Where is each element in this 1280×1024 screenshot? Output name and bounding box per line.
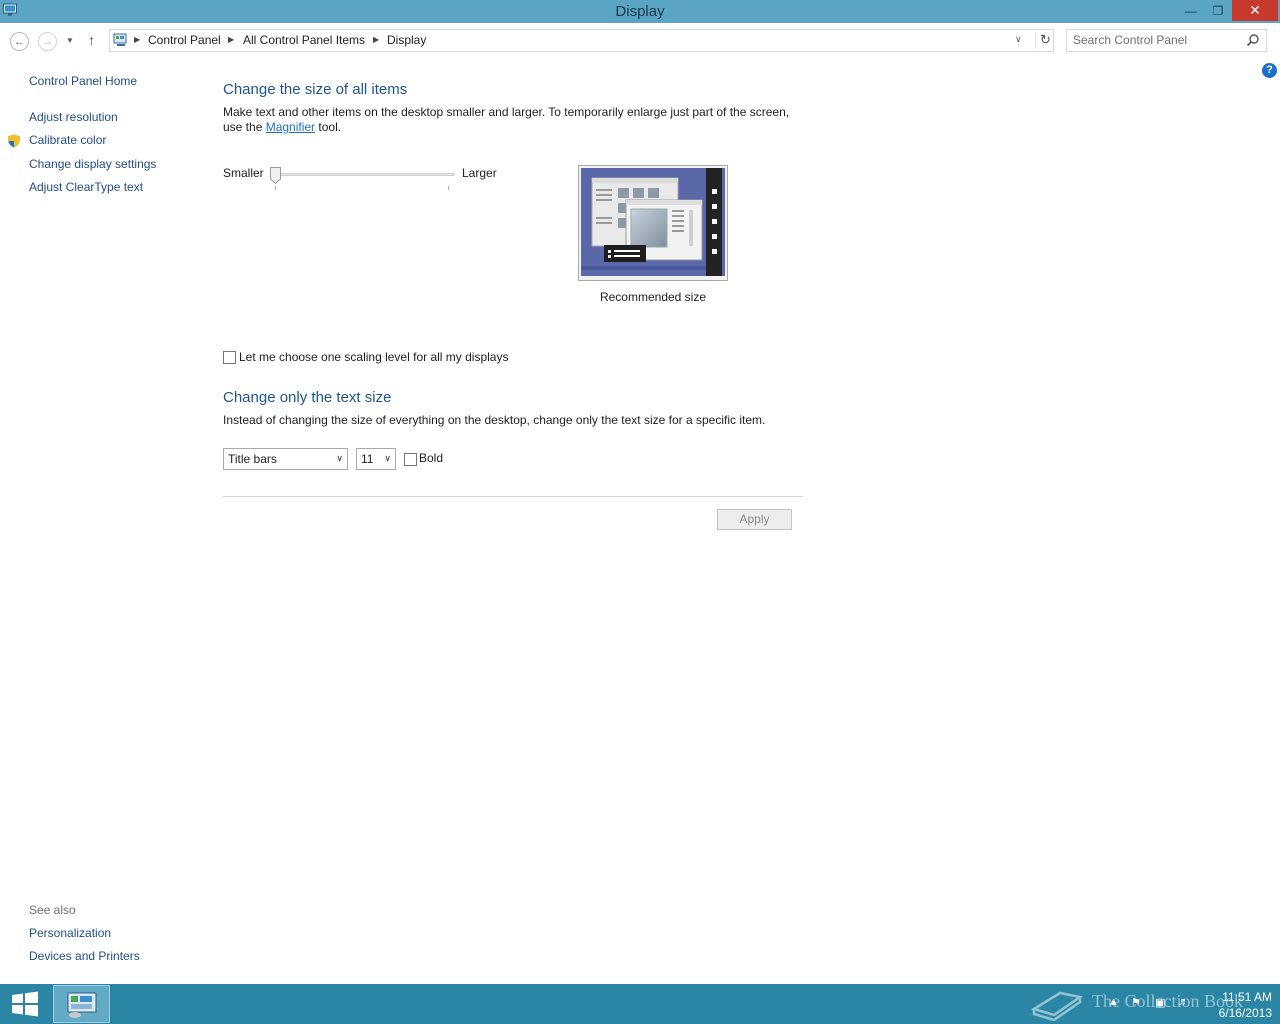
refresh-icon[interactable]: ↻ [1035, 32, 1055, 49]
size-description-line1: Make text and other items on the desktop… [223, 105, 790, 119]
slider-larger-label: Larger [462, 166, 497, 180]
scaling-level-label[interactable]: Let me choose one scaling level for all … [239, 350, 508, 364]
uac-shield-icon [8, 134, 20, 148]
breadcrumb-display[interactable]: Display [387, 33, 426, 47]
adjust-resolution-link[interactable]: Adjust resolution [29, 110, 118, 124]
divider [223, 496, 803, 497]
size-description-post: tool. [315, 120, 342, 134]
text-item-select-value: Title bars [228, 452, 277, 466]
show-hidden-icons-icon[interactable]: ▲ [1108, 996, 1119, 1008]
up-arrow-icon[interactable]: ↑ [88, 32, 95, 48]
personalization-link[interactable]: Personalization [29, 926, 111, 940]
action-center-flag-icon[interactable]: ⚑ [1131, 996, 1141, 1009]
volume-icon[interactable]: ♬ [1178, 996, 1189, 1008]
size-heading: Change the size of all items [223, 81, 408, 98]
size-description-pre: use the [223, 120, 266, 134]
breadcrumb-separator-icon[interactable]: ▶ [373, 35, 379, 44]
window-title: Display [615, 3, 665, 20]
adjust-cleartype-link[interactable]: Adjust ClearType text [29, 180, 143, 194]
recommended-size-caption: Recommended size [599, 290, 707, 304]
search-box[interactable] [1066, 29, 1267, 52]
breadcrumb-all-items[interactable]: All Control Panel Items [243, 33, 365, 47]
text-size-description: Instead of changing the size of everythi… [223, 413, 766, 427]
change-display-settings-link[interactable]: Change display settings [29, 157, 156, 171]
text-item-select[interactable]: Title bars ∨ [223, 448, 348, 470]
back-button[interactable]: ← [10, 32, 29, 51]
minimize-button[interactable]: — [1178, 0, 1204, 21]
network-icon[interactable]: ▣ [1155, 996, 1165, 1009]
scaling-level-checkbox[interactable] [223, 351, 236, 364]
breadcrumb-separator-icon[interactable]: ▶ [228, 35, 234, 44]
devices-and-printers-link[interactable]: Devices and Printers [29, 949, 140, 963]
slider-tick-min [275, 186, 276, 190]
clock-time: 11:51 AM [1222, 990, 1272, 1004]
slider-smaller-label: Smaller [223, 166, 264, 180]
system-clock[interactable]: 11:51 AM 6/16/2013 [1200, 989, 1272, 1021]
size-slider-thumb[interactable] [270, 167, 281, 184]
chevron-down-icon: ∨ [336, 453, 343, 463]
see-also-label: See also [29, 903, 76, 917]
control-panel-icon [67, 992, 97, 1018]
chevron-down-icon: ∨ [384, 453, 391, 463]
close-button[interactable]: ✕ [1232, 0, 1278, 21]
navigation-bar: ← → ▼ ↑ ▶ Control Panel ▶ All Control Pa… [0, 23, 1280, 59]
breadcrumb-separator-icon[interactable]: ▶ [134, 35, 140, 44]
size-slider-track[interactable] [276, 173, 454, 176]
windows-start-icon[interactable] [10, 991, 40, 1017]
search-input[interactable] [1073, 32, 1243, 48]
title-bar: Display — ❐ ✕ [0, 0, 1280, 23]
font-size-select[interactable]: 11 ∨ [356, 448, 396, 470]
book-logo-icon [1030, 991, 1084, 1022]
slider-tick-max [448, 186, 449, 190]
text-size-heading: Change only the text size [223, 389, 392, 406]
size-description: Make text and other items on the desktop… [223, 105, 789, 135]
breadcrumb-control-panel[interactable]: Control Panel [148, 33, 221, 47]
clock-date: 6/16/2013 [1218, 1006, 1272, 1020]
control-panel-home-link[interactable]: Control Panel Home [29, 74, 137, 88]
help-icon[interactable]: ? [1262, 63, 1277, 78]
taskbar-control-panel-button[interactable] [53, 985, 110, 1023]
apply-button[interactable]: Apply [717, 509, 792, 530]
font-size-select-value: 11 [361, 452, 374, 466]
bold-checkbox[interactable] [404, 453, 417, 466]
forward-button[interactable]: → [38, 32, 57, 51]
restore-button[interactable]: ❐ [1205, 0, 1231, 21]
address-bar[interactable]: ▶ Control Panel ▶ All Control Panel Item… [109, 29, 1054, 52]
bold-label[interactable]: Bold [419, 451, 443, 465]
address-dropdown-icon[interactable]: ∨ [1015, 34, 1022, 45]
magnifier-link[interactable]: Magnifier [266, 120, 315, 134]
taskbar: The Collection Book ▲ ⚑ ▣ ♬ 11:51 AM 6/1… [0, 984, 1280, 1024]
control-panel-icon [113, 33, 127, 46]
display-size-preview-image [578, 165, 728, 281]
calibrate-color-link[interactable]: Calibrate color [29, 133, 106, 147]
search-icon[interactable] [1246, 33, 1260, 47]
recent-locations-chevron-icon[interactable]: ▼ [66, 36, 74, 45]
